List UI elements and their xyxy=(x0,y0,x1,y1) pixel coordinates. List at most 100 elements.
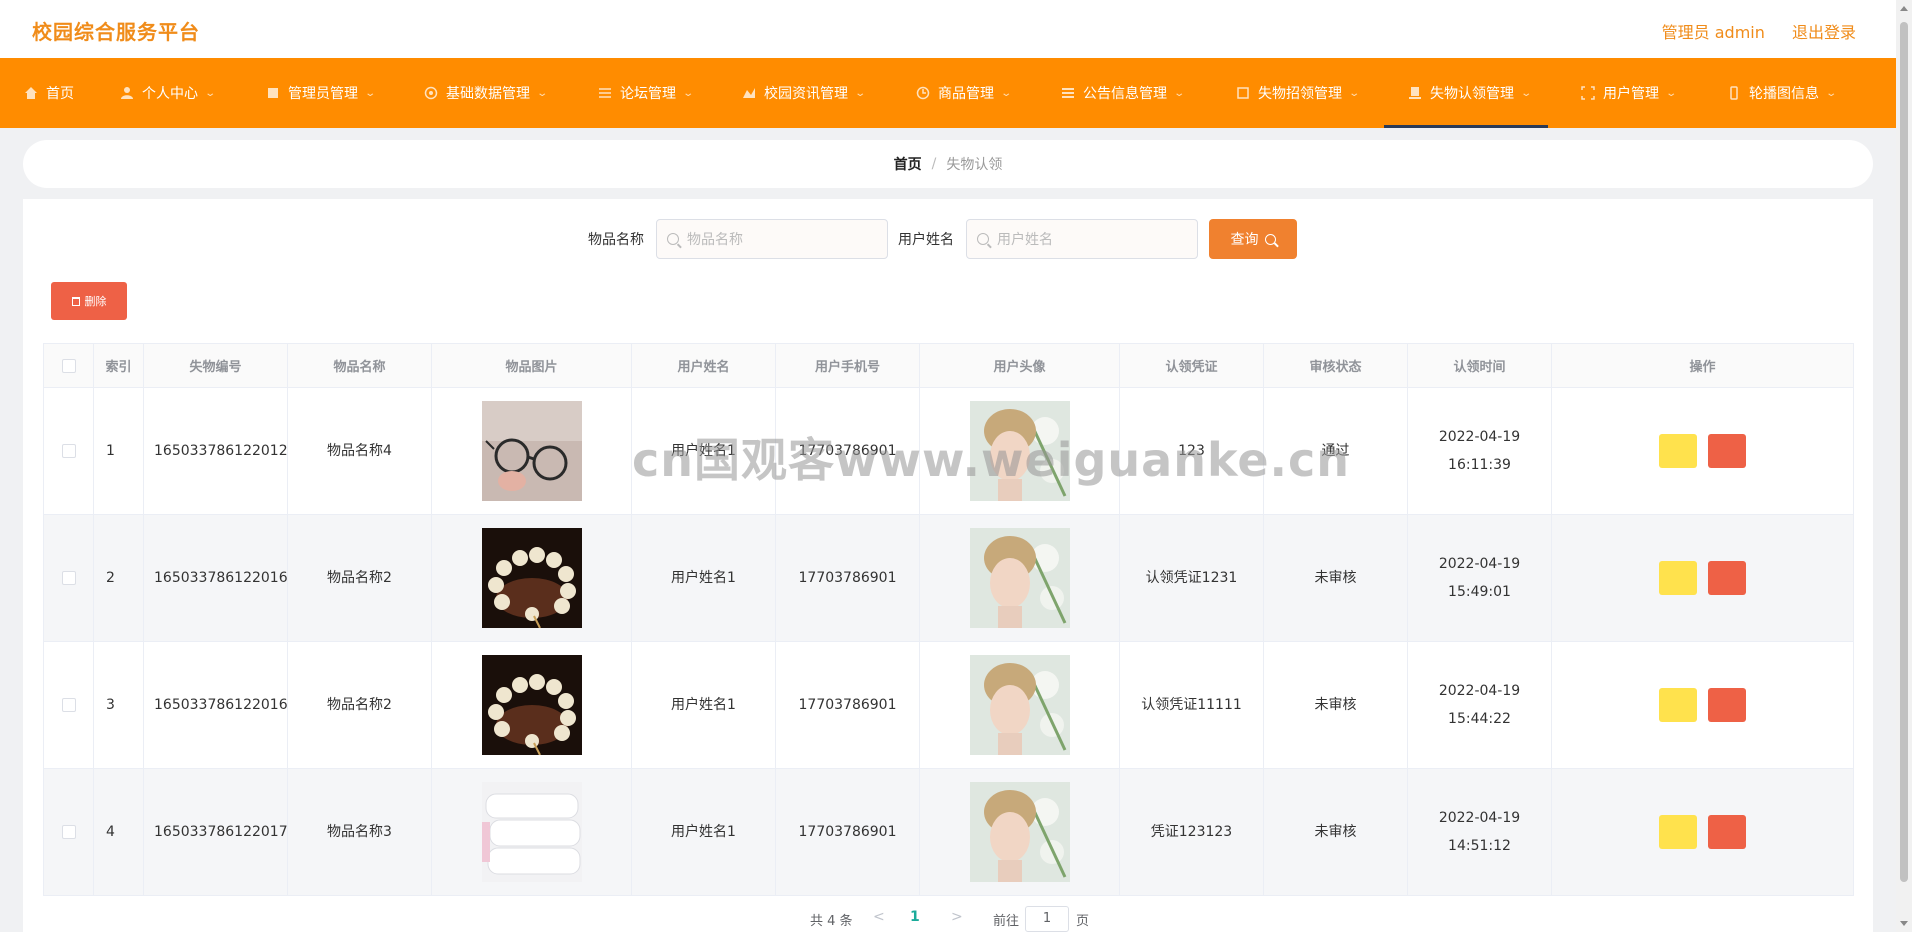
item-image-cell xyxy=(431,514,632,642)
claim-time: 2022-04-19 15:49:01 xyxy=(1407,514,1552,642)
breadcrumb-home[interactable]: 首页 xyxy=(894,154,922,174)
search-icon xyxy=(667,233,679,245)
main-nav: 首页 个人中心 ⌄ 管理员管理 ⌄ 基础数据管理 ⌄ 论坛管理 ⌄ 校园资讯管理… xyxy=(0,58,1896,128)
edit-button[interactable] xyxy=(1659,434,1698,468)
item-name-label: 物品名称 xyxy=(588,232,644,248)
pagination: 共 4 条 < 1 > 前往 1 页 xyxy=(23,906,1873,932)
nav-item-campus-news[interactable]: 校园资讯管理 ⌄ xyxy=(742,58,866,128)
item-name-input[interactable]: 物品名称 xyxy=(656,219,888,259)
delete-row-button[interactable] xyxy=(1707,561,1746,595)
next-page-button[interactable]: > xyxy=(951,909,963,925)
column-header: 认领时间 xyxy=(1407,343,1552,388)
nav-item-admin[interactable]: 管理员管理 ⌄ xyxy=(266,58,377,128)
header-user-area: 管理员 admin 退出登录 xyxy=(1640,19,1856,43)
claim-proof: 凭证123123 xyxy=(1119,768,1264,896)
nav-item-goods[interactable]: 商品管理 ⌄ xyxy=(916,58,1013,128)
home-icon xyxy=(25,87,37,99)
brand-title: 校园综合服务平台 xyxy=(32,20,200,44)
row-index: 3 xyxy=(93,641,144,769)
select-all-checkbox[interactable] xyxy=(61,358,76,373)
logout-link[interactable]: 退出登录 xyxy=(1792,23,1856,42)
row-select-cell xyxy=(43,387,94,515)
row-actions xyxy=(1551,514,1854,642)
scrollbar-thumb[interactable] xyxy=(1900,22,1908,882)
scroll-up-icon[interactable] xyxy=(1900,6,1908,11)
nav-item-carousel[interactable]: 轮播图信息 ⌄ xyxy=(1727,58,1837,128)
nav-item-label: 管理员管理 xyxy=(288,86,358,102)
nav-item-label: 校园资讯管理 xyxy=(764,86,848,102)
row-index: 2 xyxy=(93,514,144,642)
row-checkbox[interactable] xyxy=(61,444,76,458)
delete-row-button[interactable] xyxy=(1707,434,1746,468)
user-phone: 17703786901 xyxy=(775,768,920,896)
item-name: 物品名称2 xyxy=(287,641,432,769)
nav-item-forum[interactable]: 论坛管理 ⌄ xyxy=(598,58,694,128)
table-header-row: 索引 失物编号 物品名称 物品图片 用户姓名 用户手机号 用户头像 认领凭证 审… xyxy=(43,343,1854,388)
row-checkbox[interactable] xyxy=(61,571,76,585)
admin-label: 管理员 admin xyxy=(1661,23,1765,42)
nav-item-basic-data[interactable]: 基础数据管理 ⌄ xyxy=(424,58,548,128)
column-header: 用户姓名 xyxy=(631,343,776,388)
review-status: 未审核 xyxy=(1263,641,1408,769)
nav-item-profile[interactable]: 个人中心 ⌄ xyxy=(120,58,216,128)
column-header: 用户手机号 xyxy=(775,343,920,388)
lost-item-number: 165033786122016 xyxy=(143,514,288,642)
nav-item-notice[interactable]: 公告信息管理 ⌄ xyxy=(1061,58,1185,128)
prev-page-button[interactable]: < xyxy=(873,909,885,925)
table-row: 4 165033786122017 物品名称3 用户姓名1 1770378690… xyxy=(43,768,1854,896)
breadcrumb: 首页 / 失物认领 xyxy=(23,140,1873,188)
user-avatar-cell xyxy=(919,768,1120,896)
edit-button[interactable] xyxy=(1659,561,1698,595)
lost-item-number: 165033786122012 xyxy=(143,387,288,515)
chevron-down-icon: ⌄ xyxy=(1520,87,1533,99)
goto-page-input[interactable]: 1 xyxy=(1025,906,1069,932)
nav-item-home[interactable]: 首页 xyxy=(24,58,74,128)
row-checkbox[interactable] xyxy=(61,698,76,712)
item-name: 物品名称2 xyxy=(287,514,432,642)
user-name: 用户姓名1 xyxy=(631,768,776,896)
claim-time: 2022-04-19 14:51:12 xyxy=(1407,768,1552,896)
top-header: 校园综合服务平台 管理员 admin 退出登录 xyxy=(0,0,1896,58)
edit-button[interactable] xyxy=(1659,815,1698,849)
delete-row-button[interactable] xyxy=(1707,688,1746,722)
page-number-active[interactable]: 1 xyxy=(910,909,920,925)
claim-icon xyxy=(1409,87,1421,99)
goods-icon xyxy=(916,86,930,100)
search-icon xyxy=(1264,233,1276,245)
row-select-cell xyxy=(43,768,94,896)
claim-proof: 认领凭证11111 xyxy=(1119,641,1264,769)
vertical-scrollbar[interactable] xyxy=(1896,0,1912,932)
user-avatar xyxy=(969,782,1070,882)
row-actions xyxy=(1551,768,1854,896)
nav-item-claim[interactable]: 失物认领管理 ⌄ xyxy=(1383,58,1549,128)
nav-item-users[interactable]: 用户管理 ⌄ xyxy=(1581,58,1677,128)
user-name-input[interactable]: 用户姓名 xyxy=(966,219,1198,259)
item-image-cell xyxy=(431,387,632,515)
lost-item-number: 165033786122016 xyxy=(143,641,288,769)
claim-time: 2022-04-19 15:44:22 xyxy=(1407,641,1552,769)
trash-icon xyxy=(71,296,80,306)
users-icon xyxy=(1581,86,1595,100)
admin-icon xyxy=(268,88,278,98)
item-name-placeholder: 物品名称 xyxy=(687,232,743,248)
item-image xyxy=(481,528,582,628)
search-form: 物品名称 物品名称 用户姓名 用户姓名 查询 xyxy=(23,219,1873,259)
chevron-down-icon: ⌄ xyxy=(364,87,377,99)
carousel-icon xyxy=(1730,86,1738,100)
nav-item-label: 公告信息管理 xyxy=(1083,86,1167,102)
edit-button[interactable] xyxy=(1659,688,1698,722)
row-index: 1 xyxy=(93,387,144,515)
column-header: 物品图片 xyxy=(431,343,632,388)
user-avatar xyxy=(969,528,1070,628)
delete-row-button[interactable] xyxy=(1707,815,1746,849)
row-checkbox[interactable] xyxy=(61,825,76,839)
chevron-down-icon: ⌄ xyxy=(1000,87,1013,99)
delete-button-label: 删除 xyxy=(84,295,107,308)
scroll-down-icon[interactable] xyxy=(1900,921,1908,926)
delete-button[interactable]: 删除 xyxy=(51,282,127,320)
query-button-label: 查询 xyxy=(1230,232,1259,248)
query-button[interactable]: 查询 xyxy=(1209,219,1297,259)
column-header: 物品名称 xyxy=(287,343,432,388)
nav-item-lost-found[interactable]: 失物招领管理 ⌄ xyxy=(1236,58,1360,128)
goto-label: 前往 xyxy=(993,914,1020,929)
